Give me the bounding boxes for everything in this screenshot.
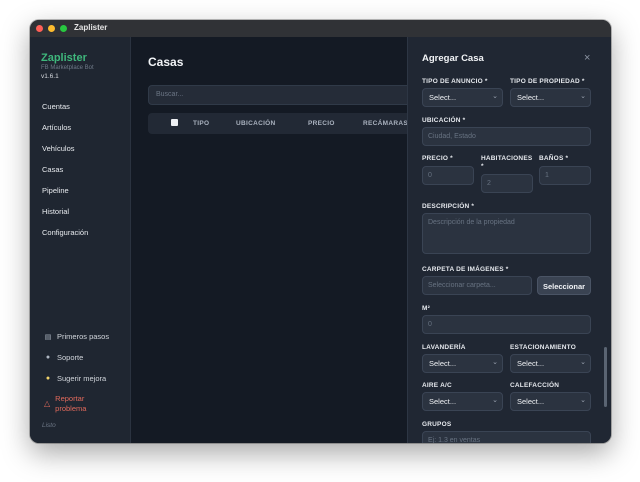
description-textarea[interactable]: Descripción de la propiedad — [422, 213, 591, 254]
chevron-down-icon: ⌄ — [580, 93, 586, 100]
bathrooms-label: BAÑOS * — [539, 155, 569, 162]
select-all-checkbox[interactable] — [171, 119, 178, 126]
heating-select[interactable]: Select... ⌄ — [510, 392, 591, 411]
air-conditioning-select[interactable]: Select... ⌄ — [422, 392, 503, 411]
listing-type-value: Select... — [429, 93, 457, 102]
laundry-value: Select... — [429, 359, 457, 368]
column-header-tipo[interactable]: TIPO — [193, 120, 209, 127]
book-icon: ▤ — [44, 333, 52, 341]
brand-subtitle: FB Marketplace Bot — [41, 65, 94, 71]
parking-select[interactable]: Select... ⌄ — [510, 354, 591, 373]
zoom-window-button[interactable] — [60, 25, 67, 32]
support-label: Soporte — [57, 353, 84, 362]
search-input[interactable]: Buscar... — [148, 85, 418, 105]
page-title: Casas — [148, 55, 184, 69]
laundry-label: LAVANDERÍA — [422, 344, 466, 351]
chevron-down-icon: ⌄ — [580, 359, 586, 366]
window-title: Zaplister — [74, 23, 108, 32]
warning-triangle-icon: △ — [44, 399, 51, 408]
property-type-value: Select... — [517, 93, 545, 102]
images-folder-label: CARPETA DE IMÁGENES * — [422, 266, 509, 273]
chevron-down-icon: ⌄ — [492, 359, 498, 366]
price-label: PRECIO * — [422, 155, 453, 162]
close-window-button[interactable] — [36, 25, 43, 32]
getting-started-link[interactable]: ▤ Primeros pasos — [44, 332, 109, 341]
parking-value: Select... — [517, 359, 545, 368]
air-conditioning-value: Select... — [429, 397, 457, 406]
sidebar-item-articulos[interactable]: Artículos — [42, 123, 71, 132]
bedrooms-label: HABITACIONES * — [481, 155, 532, 171]
bathrooms-input[interactable]: 1 — [539, 166, 591, 185]
title-bar: Zaplister — [30, 20, 611, 37]
bedrooms-input[interactable]: 2 — [481, 174, 533, 193]
sidebar-item-casas[interactable]: Casas — [42, 165, 63, 174]
listing-type-select[interactable]: Select... ⌄ — [422, 88, 503, 107]
price-input[interactable]: 0 — [422, 166, 474, 185]
minimize-window-button[interactable] — [48, 25, 55, 32]
bedrooms-label-line2: * — [481, 163, 484, 170]
parking-label: ESTACIONAMIENTO — [510, 344, 576, 351]
laundry-select[interactable]: Select... ⌄ — [422, 354, 503, 373]
sidebar-item-historial[interactable]: Historial — [42, 207, 69, 216]
chevron-down-icon: ⌄ — [492, 397, 498, 404]
heating-label: CALEFACCIÓN — [510, 382, 560, 389]
panel-scrollbar[interactable] — [604, 347, 607, 407]
support-link[interactable]: ● Soporte — [44, 353, 83, 362]
groups-input[interactable]: Ej: 1.3 en ventas — [422, 431, 591, 443]
report-problem-label-line2: problema — [55, 404, 87, 413]
suggest-improvement-link[interactable]: ● Sugerir mejora — [44, 374, 106, 383]
report-problem-label-line1: Reportar — [55, 394, 85, 403]
main-content: Casas Buscar... TIPO UBICACIÓN PRECIO RE… — [131, 37, 418, 443]
bedrooms-label-line1: HABITACIONES — [481, 155, 533, 162]
sidebar-item-pipeline[interactable]: Pipeline — [42, 186, 69, 195]
images-folder-input[interactable]: Seleccionar carpeta... — [422, 276, 532, 295]
description-label: DESCRIPCIÓN * — [422, 203, 475, 210]
lightbulb-icon: ● — [45, 375, 51, 382]
close-icon[interactable]: × — [584, 52, 590, 64]
square-meters-input[interactable]: 0 — [422, 315, 591, 334]
chat-bubble-icon: ● — [45, 354, 51, 361]
report-problem-label: Reportar problema — [55, 394, 86, 414]
table-header: TIPO UBICACIÓN PRECIO RECÁMARAS/ — [148, 113, 418, 134]
chevron-down-icon: ⌄ — [580, 397, 586, 404]
property-type-label: TIPO DE PROPIEDAD * — [510, 78, 585, 85]
select-folder-button[interactable]: Seleccionar — [537, 276, 591, 295]
square-meters-label: M² — [422, 305, 430, 312]
getting-started-label: Primeros pasos — [57, 332, 110, 341]
air-conditioning-label: AIRE A/C — [422, 382, 452, 389]
chevron-down-icon: ⌄ — [492, 93, 498, 100]
heating-value: Select... — [517, 397, 545, 406]
property-type-select[interactable]: Select... ⌄ — [510, 88, 591, 107]
sidebar-item-vehiculos[interactable]: Vehículos — [42, 144, 75, 153]
status-text: Listo — [42, 422, 56, 429]
add-house-panel: Agregar Casa × TIPO DE ANUNCIO * Select.… — [407, 37, 611, 443]
groups-label: GRUPOS — [422, 421, 452, 428]
sidebar-item-configuracion[interactable]: Configuración — [42, 228, 88, 237]
suggest-improvement-label: Sugerir mejora — [57, 374, 107, 383]
column-header-recamaras[interactable]: RECÁMARAS/ — [363, 120, 410, 127]
location-label: UBICACIÓN * — [422, 117, 466, 124]
app-version: v1.6.1 — [41, 73, 59, 80]
panel-title: Agregar Casa — [422, 53, 484, 64]
listing-type-label: TIPO DE ANUNCIO * — [422, 78, 488, 85]
sidebar-item-cuentas[interactable]: Cuentas — [42, 102, 70, 111]
sidebar: Zaplister FB Marketplace Bot v1.6.1 Cuen… — [30, 37, 131, 443]
location-input[interactable]: Ciudad, Estado — [422, 127, 591, 146]
column-header-ubicacion[interactable]: UBICACIÓN — [236, 120, 276, 127]
column-header-precio[interactable]: PRECIO — [308, 120, 335, 127]
report-problem-link[interactable]: △ Reportar problema — [44, 394, 86, 414]
brand-name: Zaplister — [41, 52, 87, 64]
app-window: Zaplister Zaplister FB Marketplace Bot v… — [30, 20, 611, 443]
